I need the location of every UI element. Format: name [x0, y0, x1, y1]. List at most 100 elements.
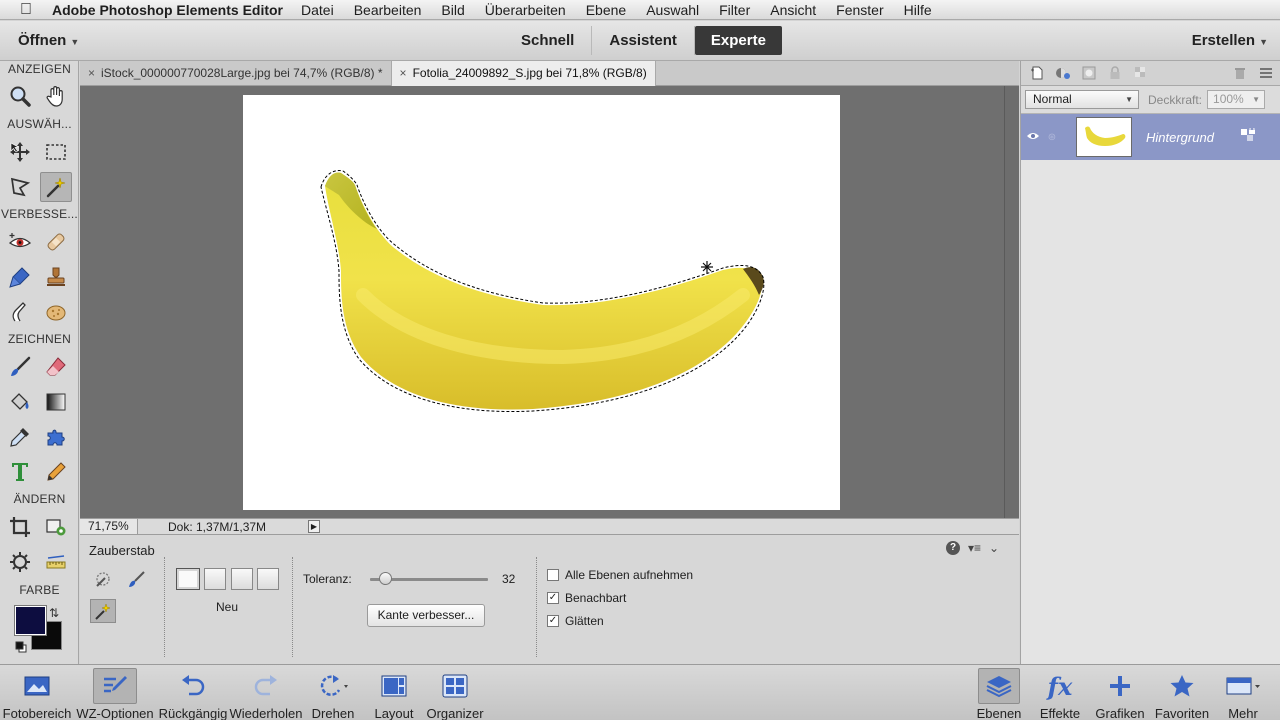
menu-fenster[interactable]: Fenster — [836, 2, 883, 18]
crop-tool[interactable] — [4, 512, 36, 542]
task-label: Mehr — [1228, 706, 1258, 720]
menu-filter[interactable]: Filter — [719, 2, 750, 18]
open-button[interactable]: Öffnen ▼ — [18, 32, 79, 49]
selection-mode-new[interactable] — [176, 568, 200, 590]
menu-ansicht[interactable]: Ansicht — [770, 2, 816, 18]
zoom-tool[interactable] — [4, 81, 36, 111]
swap-colors-icon[interactable]: ⇅ — [49, 606, 59, 620]
foreground-color-swatch[interactable] — [14, 605, 47, 636]
mode-schnell[interactable]: Schnell — [504, 26, 593, 55]
tolerance-slider-knob[interactable] — [378, 572, 392, 585]
magic-wand-tool-option[interactable] — [90, 599, 116, 623]
move-tool[interactable] — [4, 137, 36, 167]
eraser-tool[interactable] — [40, 352, 72, 382]
sponge-tool[interactable] — [40, 297, 72, 327]
selection-brush-tool-option[interactable] — [124, 567, 150, 591]
panel-menu-icon[interactable]: ▾≡ — [968, 541, 981, 555]
task-more[interactable]: Mehr — [1220, 665, 1266, 720]
task-tool-options[interactable]: WZ-Optionen — [76, 665, 154, 720]
document-image[interactable] — [243, 95, 840, 510]
healing-brush-tool[interactable] — [40, 227, 72, 257]
create-button[interactable]: Erstellen ▼ — [1192, 32, 1268, 49]
checkbox-antialias[interactable]: ✓ Glätten — [547, 614, 604, 628]
task-photo-bin[interactable]: Fotobereich — [2, 665, 72, 720]
collapse-chevron-icon[interactable]: ⌄ — [989, 541, 999, 555]
menu-hilfe[interactable]: Hilfe — [904, 2, 932, 18]
tolerance-value[interactable]: 32 — [502, 572, 515, 586]
help-icon[interactable]: ? — [946, 541, 960, 555]
document-tab-active[interactable]: × Fotolia_24009892_S.jpg bei 71,8% (RGB/8… — [391, 61, 656, 86]
adjustment-layer-icon[interactable] — [1055, 65, 1071, 81]
vertical-scrollbar[interactable] — [1004, 86, 1019, 518]
bottom-taskbar: Fotobereich WZ-Optionen Rückgängig Wiede… — [0, 664, 1280, 720]
selection-mode-subtract[interactable] — [231, 568, 253, 590]
link-icon[interactable]: ⊛ — [1043, 132, 1061, 143]
task-layout[interactable]: Layout — [368, 665, 420, 720]
mode-assistent[interactable]: Assistent — [592, 26, 695, 55]
custom-shape-tool[interactable] — [40, 422, 72, 452]
magic-wand-tool[interactable] — [40, 172, 72, 202]
menu-bild[interactable]: Bild — [441, 2, 464, 18]
task-rotate[interactable]: Drehen — [306, 665, 360, 720]
task-effects[interactable]: fx Effekte — [1036, 665, 1084, 720]
smart-brush-tool[interactable] — [4, 262, 36, 292]
opacity-field[interactable]: 100% ▼ — [1207, 90, 1266, 109]
selection-mode-intersect[interactable] — [257, 568, 279, 590]
new-layer-icon[interactable] — [1029, 65, 1045, 81]
menu-ueberarbeiten[interactable]: Überarbeiten — [485, 2, 566, 18]
task-undo[interactable]: Rückgängig — [157, 665, 229, 720]
task-redo[interactable]: Wiederholen — [229, 665, 303, 720]
default-colors-icon[interactable] — [15, 641, 27, 653]
layer-name[interactable]: Hintergrund — [1146, 130, 1214, 145]
mode-experte[interactable]: Experte — [694, 26, 782, 55]
straighten-tool[interactable] — [40, 547, 72, 577]
brush-tool[interactable] — [4, 352, 36, 382]
red-eye-tool[interactable] — [4, 227, 36, 257]
menu-datei[interactable]: Datei — [301, 2, 334, 18]
recompose-tool[interactable] — [40, 512, 72, 542]
layer-lock-icon[interactable] — [1240, 126, 1256, 147]
checkbox-contiguous[interactable]: ✓ Benachbart — [547, 591, 626, 605]
blur-tool[interactable] — [4, 297, 36, 327]
task-layers[interactable]: Ebenen — [974, 665, 1024, 720]
panel-menu-icon[interactable] — [1258, 65, 1274, 81]
eyedropper-tool[interactable] — [4, 422, 36, 452]
hand-tool[interactable] — [40, 81, 72, 111]
menu-ebene[interactable]: Ebene — [586, 2, 626, 18]
content-aware-move-tool[interactable] — [4, 547, 36, 577]
task-organizer[interactable]: Organizer — [424, 665, 486, 720]
lock-icon[interactable] — [1107, 65, 1123, 81]
task-favorites[interactable]: Favoriten — [1152, 665, 1212, 720]
gradient-tool[interactable] — [40, 387, 72, 417]
lock-transparency-icon[interactable] — [1133, 65, 1149, 81]
document-tab[interactable]: × iStock_000000770028Large.jpg bei 74,7% … — [80, 61, 392, 86]
blend-mode-select[interactable]: Normal ▼ — [1025, 90, 1139, 109]
selection-mode-add[interactable] — [204, 568, 226, 590]
layer-row-background[interactable]: ⊛ Hintergrund — [1021, 114, 1280, 160]
app-name-menu[interactable]: Adobe Photoshop Elements Editor — [52, 2, 283, 18]
quick-selection-tool-option[interactable] — [90, 567, 116, 591]
menu-auswahl[interactable]: Auswahl — [646, 2, 699, 18]
checkbox-all-layers[interactable]: Alle Ebenen aufnehmen — [547, 568, 693, 582]
apple-menu-icon[interactable]:  — [0, 1, 52, 19]
refine-edge-button[interactable]: Kante verbesser... — [367, 604, 485, 627]
close-icon[interactable]: × — [88, 66, 95, 80]
task-graphics[interactable]: Grafiken — [1094, 665, 1146, 720]
checkbox[interactable]: ✓ — [547, 615, 559, 627]
zoom-field[interactable]: 71,75% — [80, 519, 138, 534]
marquee-tool[interactable] — [40, 137, 72, 167]
close-icon[interactable]: × — [400, 66, 407, 80]
trash-icon[interactable] — [1232, 65, 1248, 81]
clone-stamp-tool[interactable] — [40, 262, 72, 292]
paint-bucket-tool[interactable] — [4, 387, 36, 417]
lasso-tool[interactable] — [4, 172, 36, 202]
pencil-tool[interactable] — [40, 457, 72, 487]
text-tool[interactable] — [4, 457, 36, 487]
status-menu-button[interactable]: ▶ — [308, 520, 320, 533]
canvas-area[interactable] — [80, 86, 1004, 518]
checkbox[interactable] — [547, 569, 559, 581]
layer-mask-icon[interactable] — [1081, 65, 1097, 81]
visibility-eye-icon[interactable] — [1023, 130, 1043, 144]
menu-bearbeiten[interactable]: Bearbeiten — [354, 2, 422, 18]
checkbox[interactable]: ✓ — [547, 592, 559, 604]
